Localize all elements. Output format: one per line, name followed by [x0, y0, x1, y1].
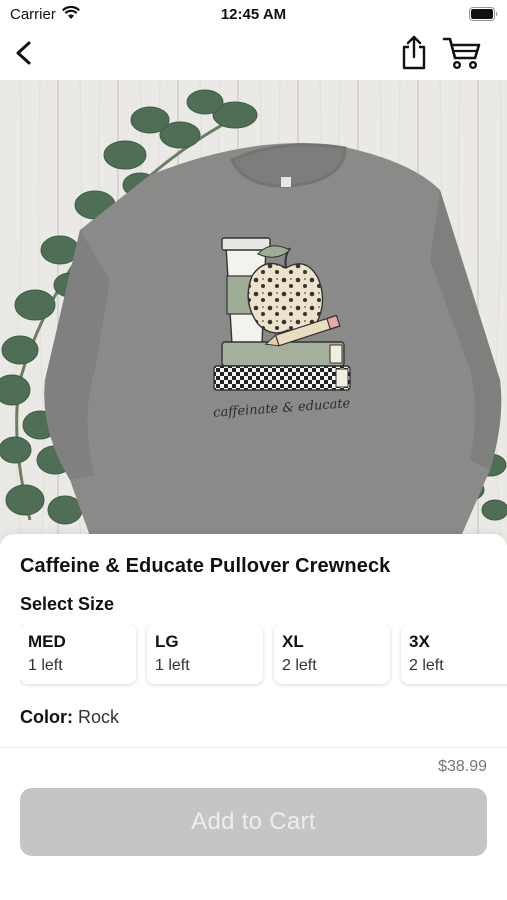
status-bar: Carrier 12:45 AM [0, 0, 507, 28]
size-stock: 1 left [155, 657, 190, 674]
status-time: 12:45 AM [220, 6, 287, 23]
share-icon[interactable] [398, 34, 430, 72]
size-section-heading: Select Size [20, 594, 115, 614]
size-option-med[interactable]: MED 1 left [20, 624, 136, 684]
size-label: MED [28, 632, 66, 651]
product-title: Caffeine & Educate Pullover Crewneck [20, 555, 391, 577]
battery-icon [469, 7, 498, 21]
size-option-lg[interactable]: LG 1 left [147, 624, 263, 684]
price-label: $38.99 [438, 758, 487, 775]
navigation-bar [0, 28, 507, 80]
size-stock: 2 left [409, 657, 444, 674]
color-row: Color: Rock [20, 707, 119, 728]
product-image: caffeinate & educate [0, 80, 507, 550]
back-chevron-icon[interactable] [10, 36, 40, 70]
size-stock: 2 left [282, 657, 317, 674]
add-to-cart-button[interactable]: Add to Cart [20, 788, 487, 856]
divider [0, 747, 507, 748]
size-options: MED 1 left LG 1 left XL 2 left 3X 2 left [20, 624, 507, 688]
size-label: 3X [409, 632, 430, 651]
shopping-cart-icon[interactable] [442, 36, 482, 70]
size-label: LG [155, 632, 179, 651]
size-label: XL [282, 632, 304, 651]
product-details-sheet: Caffeine & Educate Pullover Crewneck Sel… [0, 534, 507, 900]
size-option-3x[interactable]: 3X 2 left [401, 624, 507, 684]
size-stock: 1 left [28, 657, 63, 674]
color-label: Color: [20, 707, 78, 727]
color-value: Rock [78, 707, 120, 727]
size-option-xl[interactable]: XL 2 left [274, 624, 390, 684]
